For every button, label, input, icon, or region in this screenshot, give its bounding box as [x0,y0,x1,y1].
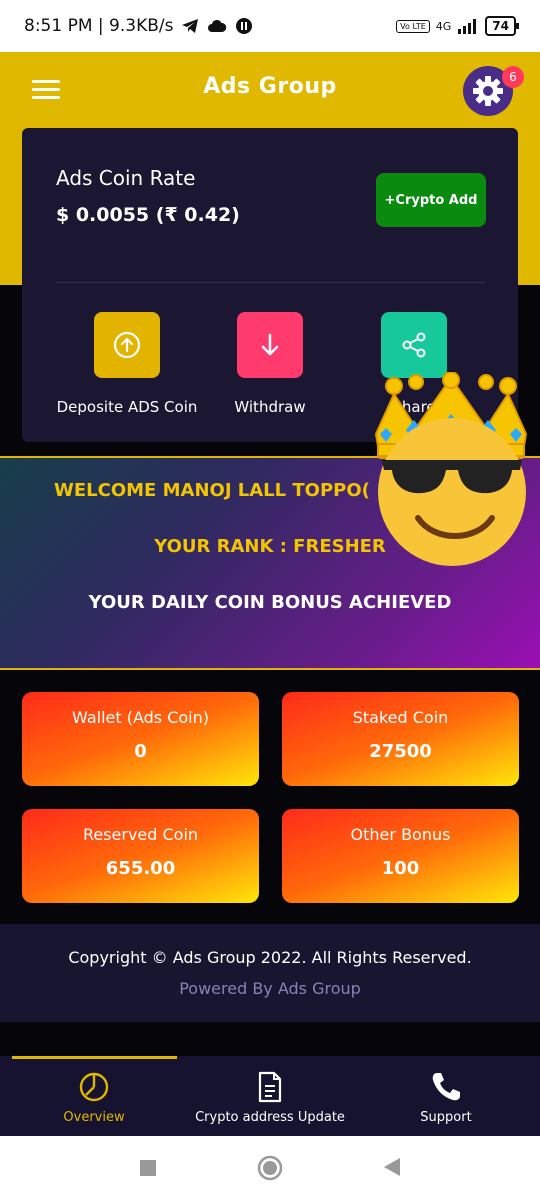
status-time: 8:51 PM | 9.3KB/s [24,16,174,36]
crypto-add-button[interactable]: +Crypto Add [376,173,486,227]
reserved-coin-card: Reserved Coin 655.00 [22,809,259,903]
home-icon[interactable] [256,1154,284,1182]
system-nav-bar [0,1136,540,1200]
reserved-coin-value: 655.00 [105,858,176,879]
wallet-label: Wallet (Ads Coin) [72,708,209,727]
bonus-text: YOUR DAILY COIN BONUS ACHIEVED [88,592,452,613]
crown-sunglasses-emoji [374,372,528,566]
network-label: 4G [435,19,452,33]
nav-crypto-address-label: Crypto address Update [195,1110,345,1125]
coin-rate-title: Ads Coin Rate [56,166,196,190]
back-icon[interactable] [382,1156,402,1178]
telegram-icon [182,19,199,33]
arrow-down-icon [261,333,279,356]
deposit-action[interactable]: Deposite ADS Coin [47,312,207,416]
nav-support[interactable]: Support [386,1070,506,1125]
pie-chart-icon [79,1072,109,1102]
reserved-coin-label: Reserved Coin [82,825,199,844]
arrow-up-circle-icon [113,331,141,359]
withdraw-label: Withdraw [234,398,306,416]
staked-coin-card: Staked Coin 27500 [282,692,519,786]
pause-icon [236,18,253,34]
signal-icon [458,19,477,34]
nav-overview-label: Overview [63,1110,125,1125]
nav-support-label: Support [420,1110,472,1125]
staked-coin-label: Staked Coin [352,708,449,727]
volte-badge: Vo LTE [396,19,430,33]
notification-badge: 6 [502,66,524,88]
active-tab-indicator [12,1056,177,1059]
footer: Copyright © Ads Group 2022. All Rights R… [0,924,540,1022]
bottom-nav: Overview Crypto address Update Support [0,1056,540,1136]
powered-by-text: Powered By Ads Group [179,979,361,998]
share-icon [402,332,426,358]
status-bar: 8:51 PM | 9.3KB/s Vo LTE 4G 74 [0,0,540,52]
wallet-card: Wallet (Ads Coin) 0 [22,692,259,786]
staked-coin-value: 27500 [369,741,432,762]
copyright-text: Copyright © Ads Group 2022. All Rights R… [68,948,472,967]
other-bonus-value: 100 [381,858,420,879]
phone-icon [432,1073,460,1101]
recents-icon[interactable] [138,1158,158,1178]
deposit-button[interactable] [94,312,160,378]
nav-crypto-address[interactable]: Crypto address Update [190,1070,350,1125]
share-button[interactable] [381,312,447,378]
withdraw-action[interactable]: Withdraw [190,312,350,416]
welcome-text: WELCOME MANOJ LALL TOPPO( [54,480,370,501]
gear-icon [473,76,503,106]
deposit-label: Deposite ADS Coin [56,398,198,416]
other-bonus-label: Other Bonus [350,825,451,844]
divider [56,282,486,283]
coin-rate-value: $ 0.0055 (₹ 0.42) [56,204,240,226]
app-title: Ads Group [203,74,337,99]
document-icon [258,1071,282,1103]
nav-overview[interactable]: Overview [14,1070,174,1125]
wallet-value: 0 [134,741,147,762]
other-bonus-card: Other Bonus 100 [282,809,519,903]
withdraw-button[interactable] [237,312,303,378]
battery-indicator: 74 [485,16,519,36]
cloud-icon [208,19,227,32]
